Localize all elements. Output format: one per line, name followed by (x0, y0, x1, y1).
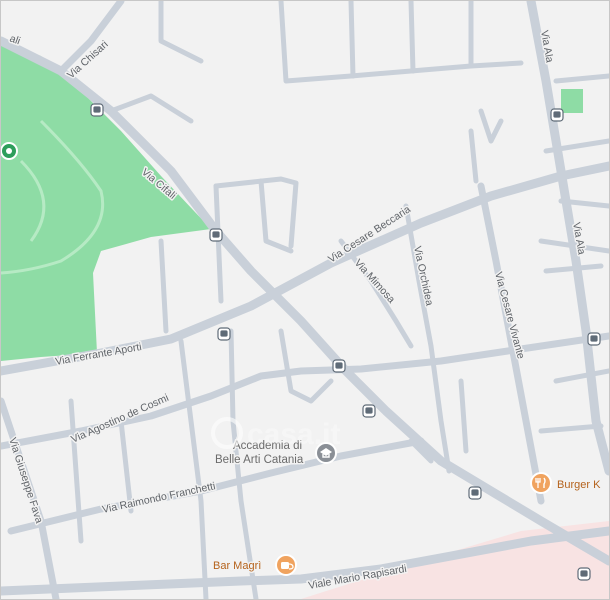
restaurant-icon[interactable] (530, 472, 552, 494)
park-area (1, 41, 211, 361)
bus-stop-icon[interactable] (550, 108, 564, 122)
bus-stop-icon[interactable] (332, 359, 346, 373)
map-view[interactable]: Via Chisari ali Via Cifali Via Ala Via A… (0, 0, 610, 600)
bus-stop-icon[interactable] (209, 228, 223, 242)
map-canvas[interactable]: Via Chisari ali Via Cifali Via Ala Via A… (1, 1, 609, 599)
poi-label-accademia-line2[interactable]: Belle Arti Catania (214, 453, 306, 468)
watermark-text: casa.it (247, 418, 340, 451)
street-label-via-orchidea: Via Orchidea (411, 245, 435, 307)
cafe-icon[interactable] (275, 554, 297, 576)
small-park (561, 89, 583, 113)
bus-stop-icon[interactable] (217, 327, 231, 341)
park-poi-icon[interactable] (1, 142, 18, 160)
street-label-via-giuseppe-fava: Via Giuseppe Fava (6, 436, 45, 525)
bus-stop-icon[interactable] (468, 486, 482, 500)
street-label-via-mimosa: Via Mimosa (352, 257, 398, 306)
bus-stop-icon[interactable] (587, 332, 601, 346)
bus-stop-icon[interactable] (362, 404, 376, 418)
bus-stop-icon[interactable] (90, 103, 104, 117)
poi-label-bar-magri[interactable]: Bar Magrì (212, 559, 263, 574)
bus-stop-icon[interactable] (577, 567, 591, 581)
poi-label-burger[interactable]: Burger K (556, 478, 603, 493)
street-label-via-agostino-de-cosmi: Via Agostino de Cosmi (69, 392, 170, 446)
